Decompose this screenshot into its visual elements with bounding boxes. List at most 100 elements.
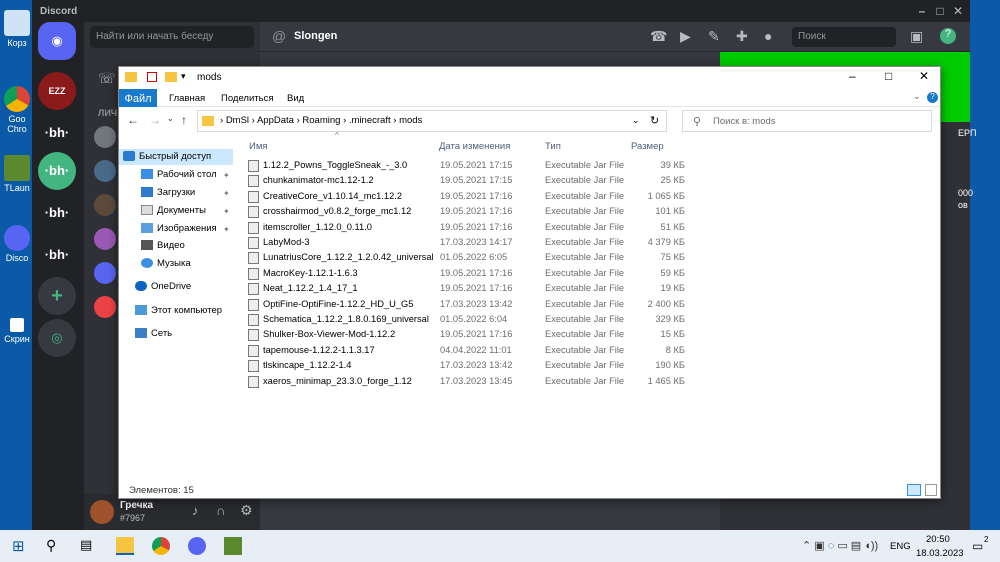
column-date[interactable]: Дата изменения (439, 141, 510, 152)
breadcrumb-item[interactable]: DmSl (226, 115, 249, 126)
start-icon[interactable]: ⊞ (12, 537, 30, 555)
nav-desktop[interactable]: Рабочий стол (141, 169, 217, 180)
file-row[interactable]: LabyMod-3 17.03.2023 14:17 Executable Jar … (245, 236, 685, 251)
task-view-icon[interactable]: ▤ (80, 537, 98, 555)
breadcrumb-item[interactable]: .minecraft (349, 115, 391, 126)
header-search-input[interactable]: Поиск (792, 27, 896, 47)
properties-icon[interactable] (147, 72, 157, 82)
search-input[interactable]: ⚲ Поиск в: mods (682, 110, 932, 132)
tab-home[interactable]: Главная (163, 91, 211, 106)
dm-avatar[interactable] (94, 228, 116, 250)
file-row[interactable]: crosshairmod_v0.8.2_forge_mc1.12 19.05.20… (245, 205, 685, 220)
add-friend-icon[interactable]: ✚ (736, 28, 748, 45)
breadcrumb-item[interactable]: mods (399, 115, 422, 126)
call-icon[interactable]: ☎ (650, 28, 667, 45)
dm-avatar[interactable] (94, 296, 116, 318)
server-bh-2[interactable]: ·bh· (38, 152, 76, 190)
column-name[interactable]: Имя (249, 141, 268, 152)
nav-documents[interactable]: Документы (141, 205, 206, 216)
clock-date[interactable]: 18.03.2023 (916, 548, 964, 559)
pin-icon[interactable]: ✎ (708, 28, 720, 45)
file-row[interactable]: Schematica_1.12.2_1.8.0.169_universal 01.… (245, 313, 685, 328)
dm-avatar[interactable] (94, 194, 116, 216)
explore-servers-button[interactable]: ◎ (38, 319, 76, 357)
nav-music[interactable]: Музыка (141, 258, 191, 269)
tab-file[interactable]: Файл (119, 89, 157, 107)
server-bh-3[interactable]: ·bh· (38, 194, 76, 232)
search-icon[interactable]: ⚲ (46, 537, 64, 555)
tab-share[interactable]: Поделиться (215, 91, 279, 106)
dm-avatar[interactable] (94, 262, 116, 284)
file-row[interactable]: tapemouse-1.12.2-1.1.3.17 04.04.2022 11:0… (245, 344, 685, 359)
server-ezz[interactable]: EZZ (38, 72, 76, 110)
inbox-icon[interactable]: ▣ (910, 28, 923, 45)
desktop-icon-chrome[interactable]: Goo Chro (0, 86, 34, 134)
up-icon[interactable]: ↑ (181, 113, 187, 127)
forward-icon[interactable]: → (149, 113, 161, 127)
video-icon[interactable]: ▶ (680, 28, 691, 45)
headphones-icon[interactable]: ∩ (216, 503, 225, 518)
server-bh-4[interactable]: ·bh· (38, 236, 76, 274)
minecraft-icon[interactable] (224, 537, 242, 555)
help-icon[interactable]: ? (927, 92, 938, 103)
file-row[interactable]: OptiFine-OptiFine-1.12.2_HD_U_G5 17.03.20… (245, 298, 685, 313)
discord-search-input[interactable]: Найти или начать беседу (90, 26, 254, 48)
nav-downloads[interactable]: Загрузки (141, 187, 195, 198)
back-icon[interactable]: ← (127, 113, 139, 127)
file-row[interactable]: chunkanimator-mc1.12-1.2 19.05.2021 17:15… (245, 174, 685, 189)
nav-video[interactable]: Видео (141, 240, 185, 251)
new-folder-icon[interactable] (165, 72, 177, 82)
dm-avatar[interactable] (94, 160, 116, 182)
settings-icon[interactable]: ⚙ (240, 502, 253, 519)
dm-avatar[interactable] (94, 126, 116, 148)
desktop-icon-tlauncher[interactable]: TLaun (0, 155, 34, 193)
profile-icon[interactable]: ● (764, 28, 772, 44)
file-row[interactable]: Shulker-Box-Viewer-Mod-1.12.2 19.05.2021 … (245, 328, 685, 343)
tab-view[interactable]: Вид (281, 91, 310, 106)
desktop-icon-recycle[interactable]: Корз (0, 10, 34, 48)
nav-images[interactable]: Изображения (141, 223, 217, 234)
help-icon[interactable]: ? (940, 28, 956, 44)
desktop-icon-discord[interactable]: Disco (0, 225, 34, 263)
file-row[interactable]: Neat_1.12.2_1.4_17_1 19.05.2021 17:16 Exec… (245, 282, 685, 297)
file-row[interactable]: 1.12.2_Powns_ToggleSneak_-_3.0 19.05.2021… (245, 159, 685, 174)
refresh-icon[interactable]: ↻ (650, 114, 659, 127)
breadcrumb-item[interactable]: AppData (257, 115, 294, 126)
file-row[interactable]: tlskincape_1.12.2-1.4 17.03.2023 13:42 Exe… (245, 359, 685, 374)
server-bh-1[interactable]: ·bh· (38, 114, 76, 152)
maximize-icon[interactable]: □ (932, 3, 948, 19)
details-view-icon[interactable] (907, 484, 921, 496)
expand-ribbon-icon[interactable]: ⌄ (913, 91, 921, 102)
minimize-icon[interactable]: – (849, 69, 856, 83)
column-size[interactable]: Размер (631, 141, 664, 152)
tray-icons[interactable]: ⌃ ▣ ◌ ▭ ▤ ◖)) (802, 539, 878, 552)
discord-icon[interactable] (188, 537, 206, 555)
breadcrumb-item[interactable]: Roaming (302, 115, 340, 126)
nav-quick-access[interactable]: Быстрый доступ (119, 149, 233, 165)
add-server-button[interactable]: + (38, 277, 76, 315)
file-row[interactable]: MacroKey-1.12.1-1.6.3 19.05.2021 17:16 Exe… (245, 267, 685, 282)
close-icon[interactable]: ✕ (919, 69, 929, 83)
desktop-icon-screenshot[interactable]: Скрин (0, 318, 34, 344)
microphone-icon[interactable]: ♪ (192, 503, 199, 518)
friends-icon[interactable]: ☏ (98, 70, 116, 87)
close-icon[interactable]: ✕ (950, 3, 966, 19)
chrome-icon[interactable] (152, 537, 170, 555)
quick-access-dropdown[interactable]: ▾ (181, 71, 186, 82)
file-row[interactable]: LunatriusCore_1.12.2_1.2.0.42_universal 0… (245, 251, 685, 266)
recent-dropdown-icon[interactable]: ⌄ (167, 114, 174, 123)
file-row[interactable]: xaeros_minimap_23.3.0_forge_1.12 17.03.20… (245, 375, 685, 390)
language-indicator[interactable]: ENG (890, 541, 911, 552)
discord-home-button[interactable]: ◉ (38, 22, 76, 60)
file-row[interactable]: CreativeCore_v1.10.14_mc1.12.2 19.05.2021… (245, 190, 685, 205)
nav-onedrive[interactable]: OneDrive (135, 281, 191, 292)
address-bar[interactable]: › DmSl › AppData › Roaming › .minecraft … (197, 110, 667, 132)
clock-time[interactable]: 20:50 (926, 534, 950, 545)
user-avatar[interactable] (90, 500, 114, 524)
nav-network[interactable]: Сеть (135, 328, 172, 339)
address-dropdown-icon[interactable]: ⌄ (632, 115, 640, 126)
notifications-icon[interactable]: ▭ (972, 539, 983, 553)
file-explorer-icon[interactable] (116, 537, 134, 555)
nav-this-pc[interactable]: Этот компьютер (135, 305, 222, 316)
maximize-icon[interactable]: □ (885, 69, 892, 83)
